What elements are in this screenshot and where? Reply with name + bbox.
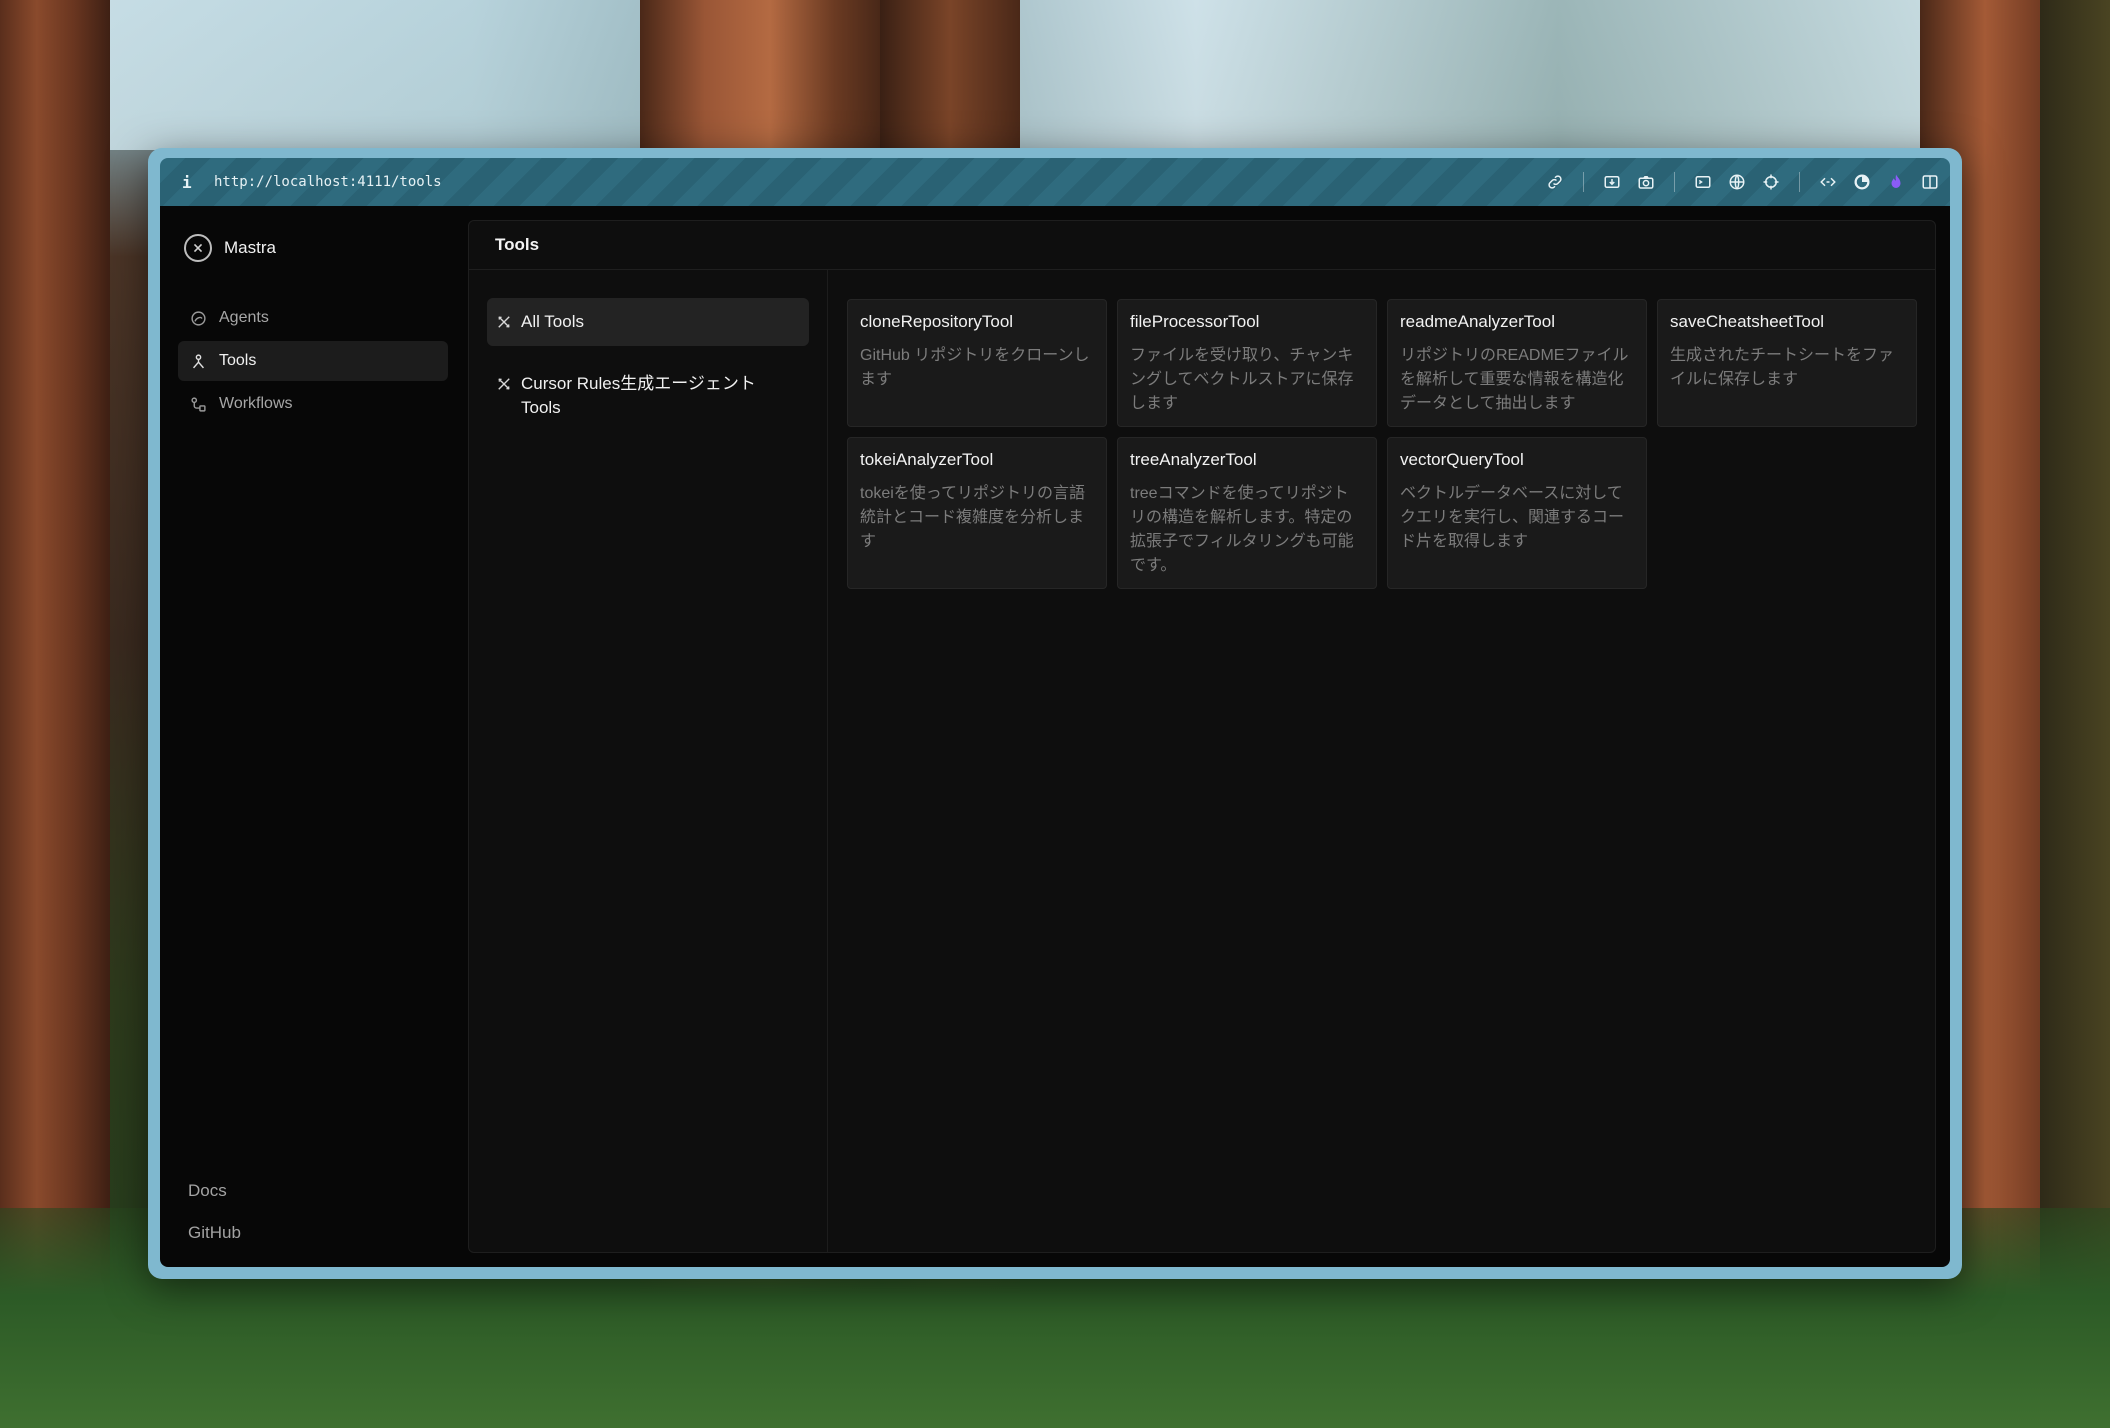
github-link[interactable]: GitHub	[188, 1223, 241, 1243]
page-title: Tools	[469, 221, 1935, 270]
tool-name: vectorQueryTool	[1400, 450, 1524, 469]
tool-description: ファイルを受け取り、チャンキングしてベクトルストアに保存します	[1130, 347, 1354, 412]
browser-window: i http://localhost:4111/tools Mastra Age…	[148, 148, 1962, 1279]
url-text[interactable]: http://localhost:4111/tools	[214, 174, 442, 190]
sidebar-item-label: Workflows	[219, 395, 293, 412]
sidebar-footer: Docs GitHub	[188, 1159, 241, 1243]
tool-description: treeコマンドを使ってリポジトリの構造を解析します。特定の拡張子でフィルタリン…	[1130, 485, 1354, 574]
crosshair-icon[interactable]	[1761, 172, 1781, 192]
sidebar-item-label: Agents	[219, 309, 269, 326]
link-icon[interactable]	[1545, 172, 1565, 192]
tools-icon	[498, 316, 510, 328]
sidebar: Mastra Agents Tools Workflows Docs GitHu…	[160, 206, 460, 1267]
tool-name: tokeiAnalyzerTool	[860, 450, 994, 469]
tool-name: fileProcessorTool	[1130, 312, 1260, 331]
tool-description: 生成されたチートシートをファイルに保存します	[1670, 347, 1895, 388]
main-panel: Tools All Tools Cursor Rules生成エージェント Too…	[468, 220, 1936, 1253]
toolbar-divider	[1583, 172, 1584, 192]
tool-card-vectorquerytool[interactable]: vectorQueryTool ベクトルデータベースに対してクエリを実行し、関連…	[1387, 437, 1647, 589]
tool-card-clonerepositorytool[interactable]: cloneRepositoryTool GitHub リポジトリをクローンします	[847, 299, 1107, 427]
tool-description: tokeiを使ってリポジトリの言語統計とコード複雑度を分析します	[860, 485, 1085, 550]
brand[interactable]: Mastra	[184, 234, 276, 262]
sidebar-nav: Agents Tools Workflows	[178, 298, 448, 427]
brand-name: Mastra	[224, 238, 276, 257]
tool-card-treeanalyzertool[interactable]: treeAnalyzerTool treeコマンドを使ってリポジトリの構造を解析…	[1117, 437, 1377, 589]
tool-name: treeAnalyzerTool	[1130, 450, 1257, 469]
tool-card-tokeianalyzertool[interactable]: tokeiAnalyzerTool tokeiを使ってリポジトリの言語統計とコー…	[847, 437, 1107, 589]
purple-flame-icon[interactable]	[1886, 172, 1906, 192]
category-all-tools[interactable]: All Tools	[487, 298, 809, 346]
sidebar-toggle-icon[interactable]	[1920, 172, 1940, 192]
toolbar-divider	[1799, 172, 1800, 192]
code-icon[interactable]	[1818, 172, 1838, 192]
info-icon[interactable]: i	[182, 173, 202, 192]
category-panel: All Tools Cursor Rules生成エージェント Tools	[469, 270, 828, 1252]
camera-icon[interactable]	[1636, 172, 1656, 192]
tool-description: GitHub リポジトリをクローンします	[860, 347, 1090, 388]
category-label: Cursor Rules生成エージェント Tools	[521, 374, 756, 417]
app-viewport: Mastra Agents Tools Workflows Docs GitHu…	[160, 206, 1950, 1267]
screenshot-icon[interactable]	[1602, 172, 1622, 192]
tools-icon	[498, 378, 510, 390]
browser-toolbar	[1545, 172, 1940, 192]
mastra-logo-icon	[184, 234, 212, 262]
tool-name: readmeAnalyzerTool	[1400, 312, 1555, 331]
sidebar-item-agents[interactable]: Agents	[178, 298, 448, 338]
extension-icon[interactable]	[1852, 172, 1872, 192]
category-cursor-rules-tools[interactable]: Cursor Rules生成エージェント Tools	[487, 360, 809, 432]
sidebar-item-label: Tools	[219, 352, 257, 369]
tools-icon	[193, 353, 204, 368]
tool-name: cloneRepositoryTool	[860, 312, 1014, 331]
tool-description: リポジトリのREADMEファイルを解析して重要な情報を構造化データとして抽出しま…	[1400, 347, 1629, 412]
terminal-icon[interactable]	[1693, 172, 1713, 192]
tool-card-readmeanalyzertool[interactable]: readmeAnalyzerTool リポジトリのREADMEファイルを解析して…	[1387, 299, 1647, 427]
sidebar-item-workflows[interactable]: Workflows	[178, 384, 448, 424]
tool-description: ベクトルデータベースに対してクエリを実行し、関連するコード片を取得します	[1400, 485, 1625, 550]
url-bar: i http://localhost:4111/tools	[160, 158, 1950, 206]
tool-card-fileprocessortool[interactable]: fileProcessorTool ファイルを受け取り、チャンキングしてベクトル…	[1117, 299, 1377, 427]
toolbar-divider	[1674, 172, 1675, 192]
agent-icon	[191, 310, 206, 326]
sidebar-item-tools[interactable]: Tools	[178, 341, 448, 381]
tool-name: saveCheatsheetTool	[1670, 312, 1825, 331]
globe-icon[interactable]	[1727, 172, 1747, 192]
category-label: All Tools	[521, 312, 584, 331]
workflow-icon	[191, 396, 206, 412]
tool-card-savecheatsheettool[interactable]: saveCheatsheetTool 生成されたチートシートをファイルに保存しま…	[1657, 299, 1917, 427]
docs-link[interactable]: Docs	[188, 1181, 241, 1201]
